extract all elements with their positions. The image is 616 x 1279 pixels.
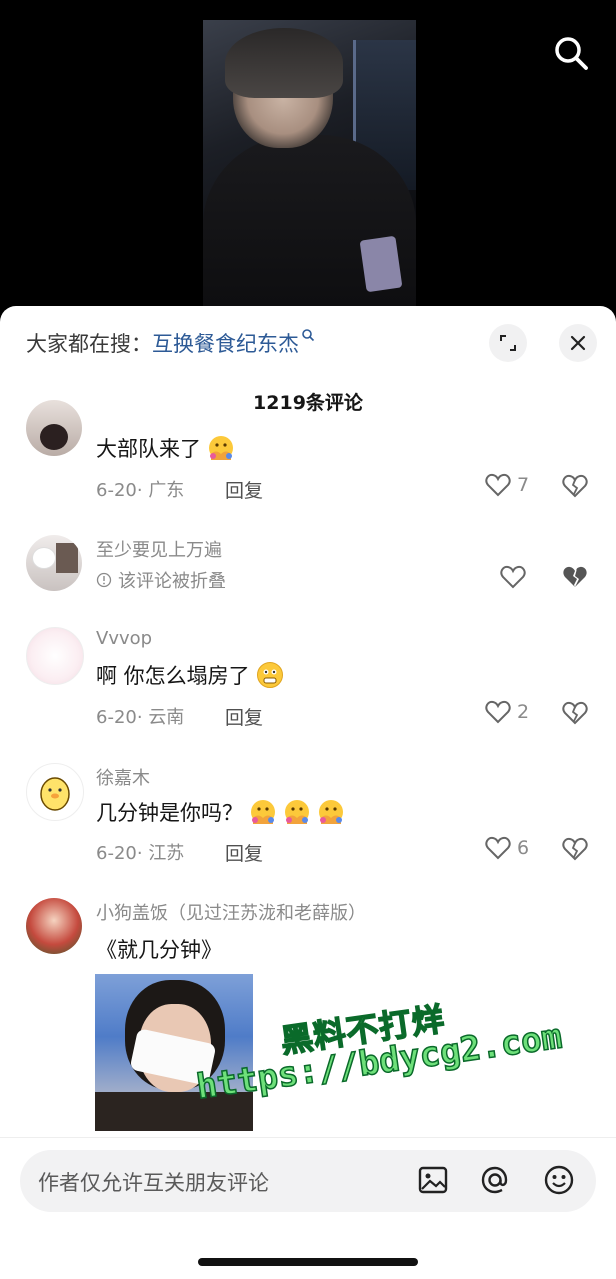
avatar[interactable] (26, 763, 84, 821)
input-divider (0, 1137, 616, 1138)
broken-heart-filled-icon[interactable] (562, 565, 588, 589)
comment-date: 6-20 (96, 843, 137, 864)
comment-text-value: 几分钟是你吗？ (96, 801, 243, 825)
comment-date: 6-20 (96, 707, 137, 728)
folded-notice[interactable]: 该评论被折叠 (96, 567, 226, 593)
comment-gif-image[interactable] (95, 974, 253, 1131)
comment-date: 6-20 (96, 480, 137, 501)
comment-meta: 6-20· 云南 (96, 703, 184, 729)
comment-location: 江苏 (148, 843, 185, 864)
reply-button[interactable]: 回复 (225, 476, 263, 503)
avatar[interactable] (26, 400, 82, 456)
hot-search-keyword[interactable]: 互换餐食纪东杰 (152, 332, 299, 356)
avatar[interactable] (26, 535, 82, 591)
heart-icon (485, 700, 511, 724)
hug-emoji-icon (251, 800, 275, 824)
comment-username[interactable]: 至少要见上万遍 (96, 536, 222, 562)
comment-username[interactable]: Vvvop (96, 628, 152, 649)
meta-separator: · (136, 480, 149, 501)
duck-cartoon-icon (40, 777, 70, 811)
comment-username[interactable]: 徐嘉木 (96, 764, 150, 790)
comment-meta: 6-20· 广东 (96, 476, 184, 502)
comment-input-placeholder: 作者仅允许互关朋友评论 (38, 1171, 269, 1195)
heart-icon (485, 473, 511, 497)
comment-count: 1219条评论 (253, 392, 363, 414)
comment-location: 广东 (148, 480, 185, 501)
hug-emoji-icon (209, 436, 233, 460)
at-icon[interactable] (478, 1163, 512, 1197)
close-button[interactable] (559, 324, 597, 362)
person-hair (225, 28, 343, 98)
comment-text: 《就几分钟》 (96, 934, 222, 964)
broken-heart-icon[interactable] (562, 474, 588, 498)
like-button[interactable]: 2 (485, 700, 529, 724)
hot-search-bar[interactable]: 大家都在搜：互换餐食纪东杰 (26, 328, 315, 358)
broken-heart-icon[interactable] (562, 701, 588, 725)
video-thumbnail[interactable] (203, 20, 416, 320)
broken-heart-icon[interactable] (562, 837, 588, 861)
comment-sheet (0, 306, 616, 1279)
folded-text: 该评论被折叠 (118, 571, 226, 592)
comment-meta: 6-20· 江苏 (96, 839, 184, 865)
comment-text: 啊 你怎么塌房了 (96, 660, 284, 690)
like-button[interactable]: 7 (485, 473, 529, 497)
home-indicator[interactable] (198, 1258, 418, 1266)
like-count: 7 (517, 474, 530, 496)
comment-text-value: 《就几分钟》 (96, 938, 222, 962)
avatar[interactable] (26, 627, 84, 685)
like-count: 2 (517, 701, 530, 723)
emoji-icon[interactable] (542, 1163, 576, 1197)
image-icon[interactable] (416, 1163, 450, 1197)
comment-text-value: 啊 你怎么塌房了 (96, 664, 250, 688)
meta-separator: · (136, 843, 149, 864)
small-search-icon (302, 329, 315, 342)
heart-icon[interactable] (500, 565, 526, 589)
expand-icon (500, 335, 516, 351)
reply-button[interactable]: 回复 (225, 703, 263, 730)
search-icon[interactable] (553, 35, 589, 71)
person-body (203, 135, 416, 320)
grin-emoji-icon (256, 662, 283, 688)
close-icon (570, 335, 586, 351)
phone-in-hand (359, 235, 403, 293)
avatar[interactable] (26, 898, 82, 954)
comment-text-value: 大部队来了 (96, 437, 201, 461)
comment-username[interactable]: 小狗盖饭（见过汪苏泷和老薛版） (96, 899, 366, 925)
like-count: 6 (517, 837, 530, 859)
hug-emoji-icon (319, 800, 343, 824)
hot-search-prefix: 大家都在搜： (26, 332, 152, 356)
reply-button[interactable]: 回复 (225, 839, 263, 866)
like-button[interactable]: 6 (485, 836, 529, 860)
comment-text: 大部队来了 (96, 433, 235, 463)
expand-button[interactable] (489, 324, 527, 362)
comment-location: 云南 (148, 707, 185, 728)
meta-separator: · (136, 707, 149, 728)
comment-text: 几分钟是你吗？ (96, 797, 345, 827)
heart-icon (485, 836, 511, 860)
info-icon (96, 572, 112, 588)
video-background[interactable] (0, 0, 616, 320)
hug-emoji-icon (285, 800, 309, 824)
